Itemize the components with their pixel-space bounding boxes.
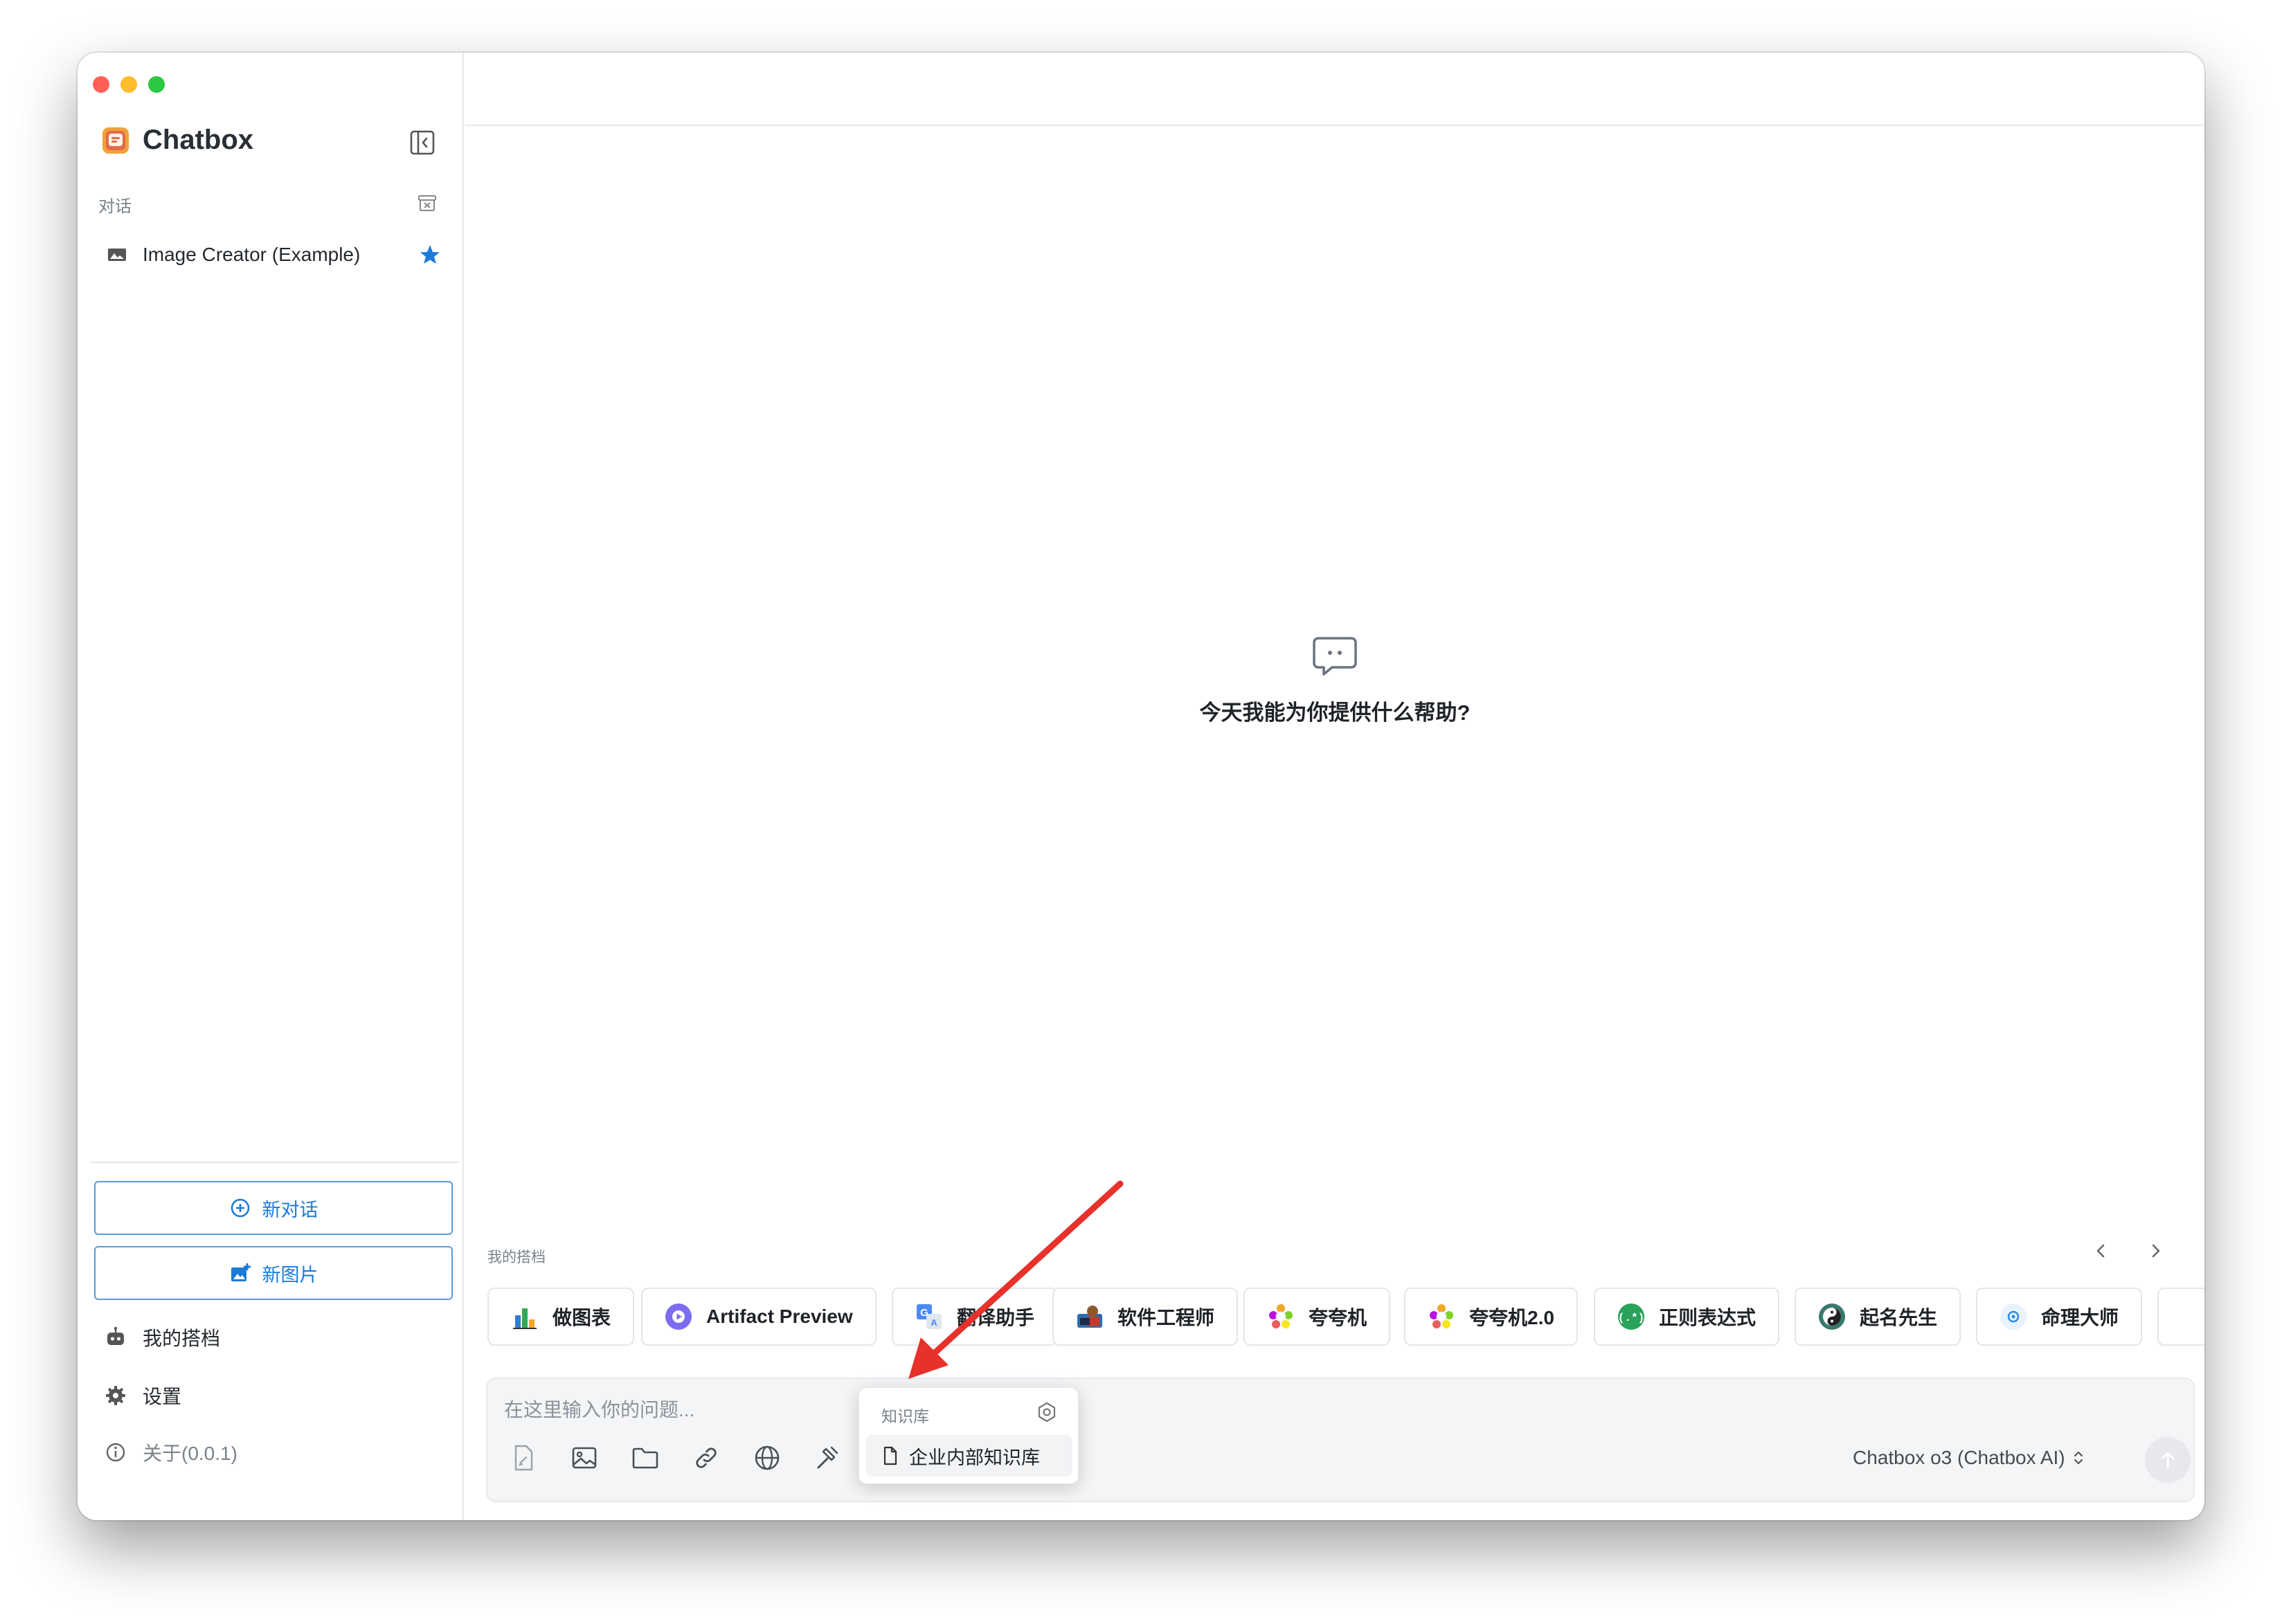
partner-chip-label: 翻译助手	[957, 1307, 1035, 1328]
partner-chip[interactable]: Artifact Preview	[641, 1288, 877, 1346]
partner-chip-label: 夸夸机2.0	[1469, 1307, 1554, 1328]
fortune-icon	[2000, 1303, 2027, 1330]
image-icon	[108, 249, 126, 261]
settings-nav-label: 设置	[143, 1386, 182, 1407]
chevron-right-icon	[2152, 1244, 2160, 1258]
conversation-item[interactable]: Image Creator (Example)	[91, 233, 451, 277]
gear-icon	[106, 1386, 125, 1405]
partners-list: 做图表 Artifact Preview G A 翻译助手 软件工程师 夸夸机 …	[487, 1288, 2204, 1346]
image-icon	[572, 1447, 597, 1469]
partner-chip[interactable]: 命理大师	[1976, 1288, 2143, 1346]
info-icon	[106, 1443, 125, 1462]
attach-file-icon	[514, 1445, 533, 1471]
svg-text:(.*): (.*)	[1618, 1312, 1644, 1324]
chevron-left-icon	[2096, 1244, 2105, 1258]
partner-chip[interactable]: 夸夸机2.0	[1404, 1288, 1578, 1346]
partner-chip[interactable]: 夸夸机	[1243, 1288, 1391, 1346]
empty-state-message: 今天我能为你提供什么帮助?	[1199, 701, 1471, 725]
plus-circle-icon	[231, 1198, 249, 1218]
composer: Chatbox o3 (Chatbox AI)	[486, 1378, 2195, 1502]
settings-hexagon-icon[interactable]	[1035, 1400, 1059, 1424]
sidebar-item-partners[interactable]: 我的搭档	[104, 1324, 220, 1351]
partners-next-button[interactable]	[2144, 1239, 2167, 1263]
tools-button[interactable]	[806, 1436, 850, 1480]
sidebar-divider	[90, 1162, 458, 1163]
close-window-button[interactable]	[93, 76, 109, 93]
star-icon[interactable]	[418, 243, 442, 267]
partner-chip-overflow[interactable]	[2157, 1288, 2204, 1346]
add-image-icon	[231, 1263, 251, 1281]
brand: Chatbox	[101, 125, 253, 156]
partners-nav-label: 我的搭档	[143, 1328, 221, 1349]
folder-icon	[632, 1447, 658, 1469]
conversations-section-title: 对话	[98, 197, 132, 216]
archive-icon[interactable]	[417, 192, 438, 213]
partners-prev-button[interactable]	[2090, 1239, 2113, 1263]
knowledge-base-item[interactable]: 企业内部知识库	[866, 1435, 1072, 1477]
new-image-button[interactable]: 新图片	[94, 1246, 453, 1300]
bar-chart-icon	[513, 1308, 537, 1329]
model-name: Chatbox o3 (Chatbox AI)	[1853, 1447, 2065, 1468]
sidebar-item-settings[interactable]: 设置	[104, 1382, 181, 1409]
partner-chip[interactable]: 起名先生	[1795, 1288, 1961, 1346]
partner-chip-label: 起名先生	[1860, 1307, 1938, 1328]
globe-icon	[755, 1445, 780, 1470]
main-area: 今天我能为你提供什么帮助? 我的搭档 做图表 Artifact Preview …	[465, 53, 2204, 1520]
chevron-up-down-icon	[2074, 1451, 2083, 1465]
app-title: Chatbox	[143, 125, 253, 155]
send-button[interactable]	[2145, 1437, 2191, 1483]
partner-chip-label: 夸夸机	[1309, 1307, 1367, 1328]
web-search-button[interactable]	[745, 1436, 789, 1480]
knowledge-base-title: 知识库	[881, 1407, 929, 1425]
partner-chip-label: 正则表达式	[1659, 1307, 1757, 1328]
hammer-icon	[817, 1446, 838, 1469]
attach-file-button[interactable]	[501, 1436, 546, 1480]
partner-chip-label: 命理大师	[2041, 1307, 2119, 1328]
partners-section-label: 我的搭档	[487, 1249, 546, 1265]
translate-icon: G A	[917, 1304, 942, 1329]
model-selector[interactable]: Chatbox o3 (Chatbox AI)	[1853, 1447, 2086, 1469]
chat-bubble-icon	[1313, 637, 1357, 676]
partner-chip[interactable]: 软件工程师	[1052, 1288, 1239, 1346]
message-input[interactable]	[504, 1393, 1889, 1427]
attach-folder-button[interactable]	[623, 1436, 667, 1480]
document-icon	[883, 1446, 897, 1465]
knowledge-base-popover: 知识库 企业内部知识库	[859, 1387, 1079, 1484]
collapse-sidebar-icon[interactable]	[408, 129, 436, 156]
sidebar-item-about[interactable]: 关于(0.0.1)	[104, 1438, 237, 1466]
new-image-label: 新图片	[262, 1264, 318, 1285]
conversation-label: Image Creator (Example)	[143, 244, 361, 265]
partner-chip-label: Artifact Preview	[706, 1306, 853, 1327]
partner-chip-label: 做图表	[552, 1307, 611, 1328]
sidebar: Chatbox 对话 Image Creator (Example) 新对话 新…	[78, 53, 464, 1520]
engineer-avatar-icon	[1077, 1306, 1102, 1328]
chatbox-logo-icon	[102, 127, 129, 154]
app-window: Chatbox 对话 Image Creator (Example) 新对话 新…	[78, 53, 2204, 1520]
attach-link-button[interactable]	[684, 1436, 728, 1480]
play-circle-icon	[665, 1303, 692, 1330]
new-chat-label: 新对话	[262, 1199, 318, 1220]
insert-image-button[interactable]	[562, 1436, 607, 1480]
link-icon	[696, 1447, 717, 1468]
about-nav-label: 关于(0.0.1)	[143, 1443, 237, 1464]
flower-icon	[1269, 1304, 1293, 1328]
partner-chip[interactable]: 做图表	[487, 1288, 635, 1346]
new-chat-button[interactable]: 新对话	[94, 1181, 453, 1235]
partner-chip-label: 软件工程师	[1117, 1307, 1215, 1328]
flower-icon	[1430, 1304, 1453, 1328]
top-bar	[465, 53, 2204, 126]
empty-state: 今天我能为你提供什么帮助?	[465, 631, 2204, 726]
arrow-up-icon	[2161, 1452, 2175, 1468]
window-controls	[93, 76, 165, 93]
robot-icon	[107, 1326, 124, 1345]
regex-icon: (.*)	[1618, 1303, 1644, 1330]
partner-chip[interactable]: (.*) 正则表达式	[1594, 1288, 1780, 1346]
maximize-window-button[interactable]	[148, 76, 165, 93]
minimize-window-button[interactable]	[120, 76, 137, 93]
svg-text:A: A	[931, 1317, 937, 1328]
knowledge-base-item-label: 企业内部知识库	[909, 1447, 1040, 1468]
partner-chip[interactable]: G A 翻译助手	[892, 1288, 1059, 1346]
yin-yang-icon	[1819, 1303, 1845, 1330]
